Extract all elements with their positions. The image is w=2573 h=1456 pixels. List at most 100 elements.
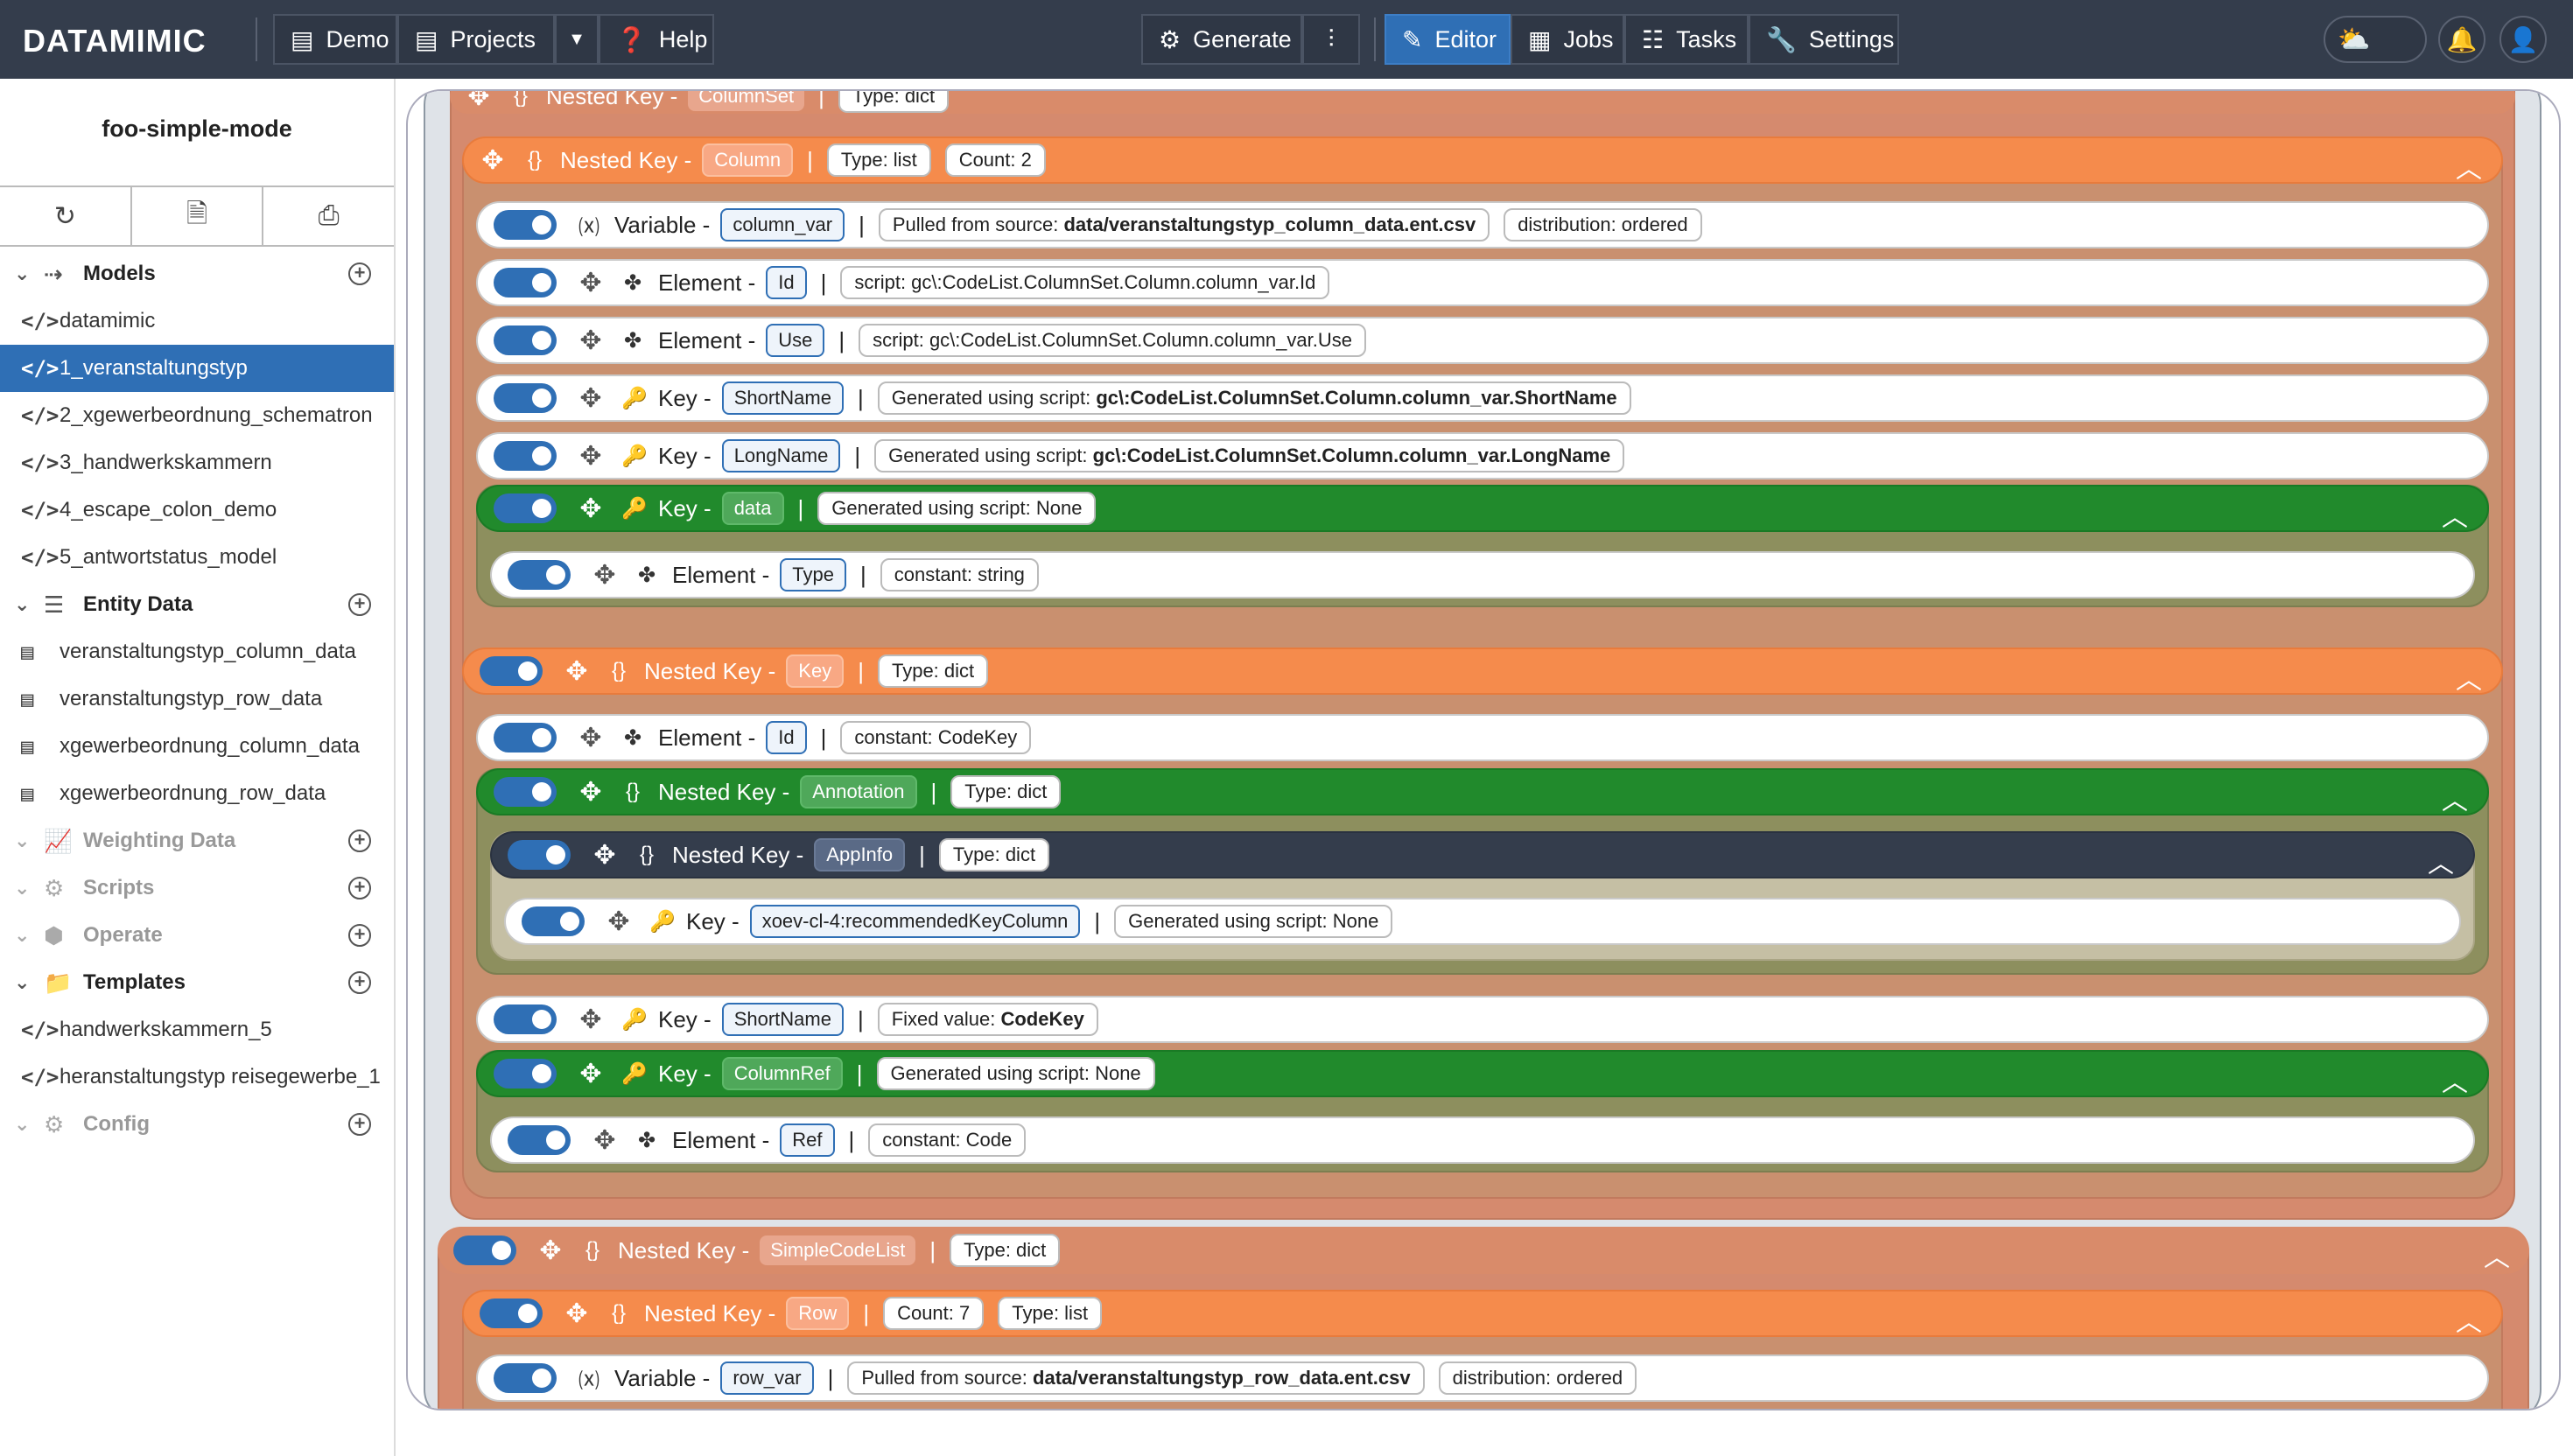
collapse-icon[interactable]: ︿: [2428, 842, 2454, 880]
key-longname-row[interactable]: ✥ 🔑 Key - LongName | Generated using scr…: [476, 432, 2489, 480]
collapse-icon[interactable]: ︿: [2456, 147, 2482, 186]
tree-item-template[interactable]: </> handwerkskammern_5: [0, 1006, 394, 1054]
add-template-button[interactable]: +: [348, 971, 371, 994]
enable-toggle[interactable]: [494, 1059, 557, 1088]
enable-toggle[interactable]: [494, 441, 557, 471]
collapse-icon[interactable]: ︿: [2456, 658, 2482, 696]
tree-item-2-xgewerbeordnung[interactable]: </> 2_xgewerbeordnung_schematron: [0, 392, 394, 439]
element-type-row[interactable]: ✥ ✤ Element - Type | constant: string: [490, 551, 2475, 598]
enable-toggle[interactable]: [494, 723, 557, 752]
key-shortname-fixed-row[interactable]: ✥ 🔑 Key - ShortName | Fixed value: CodeK…: [476, 996, 2489, 1043]
enable-toggle[interactable]: [494, 494, 557, 523]
section-entity-data[interactable]: ⌄ ☰ Entity Data +: [0, 581, 394, 628]
tree-item-entity[interactable]: ▤ veranstaltungstyp_column_data: [0, 628, 394, 676]
section-config[interactable]: ⌄ ⚙ Config +: [0, 1101, 394, 1148]
enable-toggle[interactable]: [494, 1004, 557, 1034]
section-templates[interactable]: ⌄ 📁 Templates +: [0, 959, 394, 1006]
enable-toggle[interactable]: [480, 656, 543, 686]
add-weighting-button[interactable]: +: [348, 830, 371, 852]
move-icon[interactable]: ✥: [606, 906, 632, 937]
key-header[interactable]: ✥ {} Nested Key - Key | Type: dict ︿: [462, 648, 2503, 695]
key-data-header[interactable]: ✥ 🔑 Key - data | Generated using script:…: [476, 485, 2489, 532]
tree-item-5-antwortstatus-model[interactable]: </> 5_antwortstatus_model: [0, 534, 394, 581]
section-operate[interactable]: ⌄ ⬢ Operate +: [0, 912, 394, 959]
move-icon[interactable]: ✥: [480, 145, 506, 176]
collapse-icon[interactable]: ︿: [2456, 1300, 2482, 1339]
move-icon[interactable]: ✥: [578, 723, 604, 753]
add-entity-data-button[interactable]: +: [348, 593, 371, 616]
enable-toggle[interactable]: [508, 560, 571, 590]
tree-item-entity[interactable]: ▤ xgewerbeordnung_column_data: [0, 723, 394, 770]
move-icon[interactable]: ✥: [466, 91, 492, 112]
enable-toggle[interactable]: [494, 326, 557, 355]
collapse-icon[interactable]: ︿: [2484, 1236, 2510, 1274]
section-weighting-data[interactable]: ⌄ 📈 Weighting Data +: [0, 817, 394, 864]
enable-toggle[interactable]: [522, 906, 585, 936]
enable-toggle[interactable]: [494, 1363, 557, 1393]
editor-tab[interactable]: ✎ Editor: [1385, 14, 1511, 65]
move-icon[interactable]: ✥: [578, 1059, 604, 1089]
add-operate-button[interactable]: +: [348, 924, 371, 947]
tree-item-datamimic[interactable]: </> datamimic: [0, 298, 394, 345]
demo-button[interactable]: ▤ Demo: [273, 14, 397, 65]
tree-item-1-veranstaltungstyp[interactable]: </> 1_veranstaltungstyp: [0, 345, 394, 392]
move-icon[interactable]: ✥: [564, 1298, 590, 1329]
move-icon[interactable]: ✥: [592, 840, 618, 871]
collapse-icon[interactable]: ︿: [2442, 495, 2468, 534]
enable-toggle[interactable]: [453, 1236, 516, 1265]
move-icon[interactable]: ✥: [578, 494, 604, 524]
user-menu-button[interactable]: 👤: [2499, 16, 2547, 63]
move-icon[interactable]: ✥: [578, 441, 604, 472]
move-icon[interactable]: ✥: [578, 1004, 604, 1035]
column-var-row[interactable]: ⒳ Variable - column_var | Pulled from so…: [476, 201, 2489, 248]
enable-toggle[interactable]: [494, 210, 557, 240]
annotation-header[interactable]: ✥ {} Nested Key - Annotation | Type: dic…: [476, 768, 2489, 816]
element-use-row[interactable]: ✥ ✤ Element - Use | script: gc\:CodeList…: [476, 317, 2489, 364]
column-header[interactable]: ✥ {} Nested Key - Column | Type: list Co…: [462, 136, 2503, 184]
section-models[interactable]: ⌄ ⇢ Models +: [0, 250, 394, 298]
element-id-row[interactable]: ✥ ✤ Element - Id | script: gc\:CodeList.…: [476, 259, 2489, 306]
settings-tab[interactable]: 🔧 Settings: [1749, 14, 1899, 65]
tree-item-template[interactable]: </> heranstaltungstyp reisegewerbe_1: [0, 1054, 394, 1101]
add-model-button[interactable]: +: [348, 262, 371, 285]
row-var-row[interactable]: ⒳ Variable - row_var | Pulled from sourc…: [476, 1354, 2489, 1402]
row-header[interactable]: ✥ {} Nested Key - Row | Count: 7 Type: l…: [462, 1290, 2503, 1337]
move-icon[interactable]: ✥: [592, 560, 618, 591]
projects-dropdown-button[interactable]: ▼: [555, 14, 599, 65]
tasks-tab[interactable]: ☷ Tasks: [1624, 14, 1749, 65]
enable-toggle[interactable]: [494, 777, 557, 807]
move-icon[interactable]: ✥: [578, 326, 604, 356]
xoev-key-row[interactable]: ✥ 🔑 Key - xoev-cl-4:recommendedKeyColumn…: [504, 898, 2461, 945]
tree-item-4-escape-colon-demo[interactable]: </> 4_escape_colon_demo: [0, 486, 394, 534]
collapse-icon[interactable]: ︿: [2442, 779, 2468, 817]
add-script-button[interactable]: +: [348, 877, 371, 900]
tree-item-entity[interactable]: ▤ xgewerbeordnung_row_data: [0, 770, 394, 817]
generate-button[interactable]: ⚙ Generate: [1141, 14, 1302, 65]
collapse-icon[interactable]: ︿: [2442, 1060, 2468, 1099]
columnset-header[interactable]: ✥ {} Nested Key - ColumnSet | Type: dict: [450, 91, 2515, 114]
brand-logo[interactable]: DATAMIMIC: [23, 23, 207, 60]
key-shortname-row[interactable]: ✥ 🔑 Key - ShortName | Generated using sc…: [476, 374, 2489, 422]
enable-toggle[interactable]: [480, 1298, 543, 1328]
theme-toggle[interactable]: ⛅: [2324, 16, 2427, 63]
import-button[interactable]: ⎙: [263, 187, 394, 245]
jobs-tab[interactable]: ▦ Jobs: [1511, 14, 1624, 65]
section-scripts[interactable]: ⌄ ⚙ Scripts +: [0, 864, 394, 912]
simplecodelist-header[interactable]: ✥ {} Nested Key - SimpleCodeList | Type:…: [438, 1227, 2529, 1274]
move-icon[interactable]: ✥: [564, 656, 590, 687]
element-ref-row[interactable]: ✥ ✤ Element - Ref | constant: Code: [490, 1116, 2475, 1164]
refresh-button[interactable]: ↻: [0, 187, 132, 245]
move-icon[interactable]: ✥: [578, 383, 604, 414]
enable-toggle[interactable]: [508, 840, 571, 870]
move-icon[interactable]: ✥: [537, 1236, 564, 1266]
notifications-button[interactable]: 🔔: [2438, 16, 2485, 63]
appinfo-header[interactable]: ✥ {} Nested Key - AppInfo | Type: dict ︿: [490, 831, 2475, 878]
enable-toggle[interactable]: [494, 383, 557, 413]
enable-toggle[interactable]: [508, 1125, 571, 1155]
projects-button[interactable]: ▤ Projects: [397, 14, 555, 65]
add-config-button[interactable]: +: [348, 1113, 371, 1136]
tree-item-entity[interactable]: ▤ veranstaltungstyp_row_data: [0, 676, 394, 723]
tree-item-3-handwerkskammern[interactable]: </> 3_handwerkskammern: [0, 439, 394, 486]
help-button[interactable]: ❓ Help: [599, 14, 714, 65]
move-icon[interactable]: ✥: [578, 777, 604, 808]
